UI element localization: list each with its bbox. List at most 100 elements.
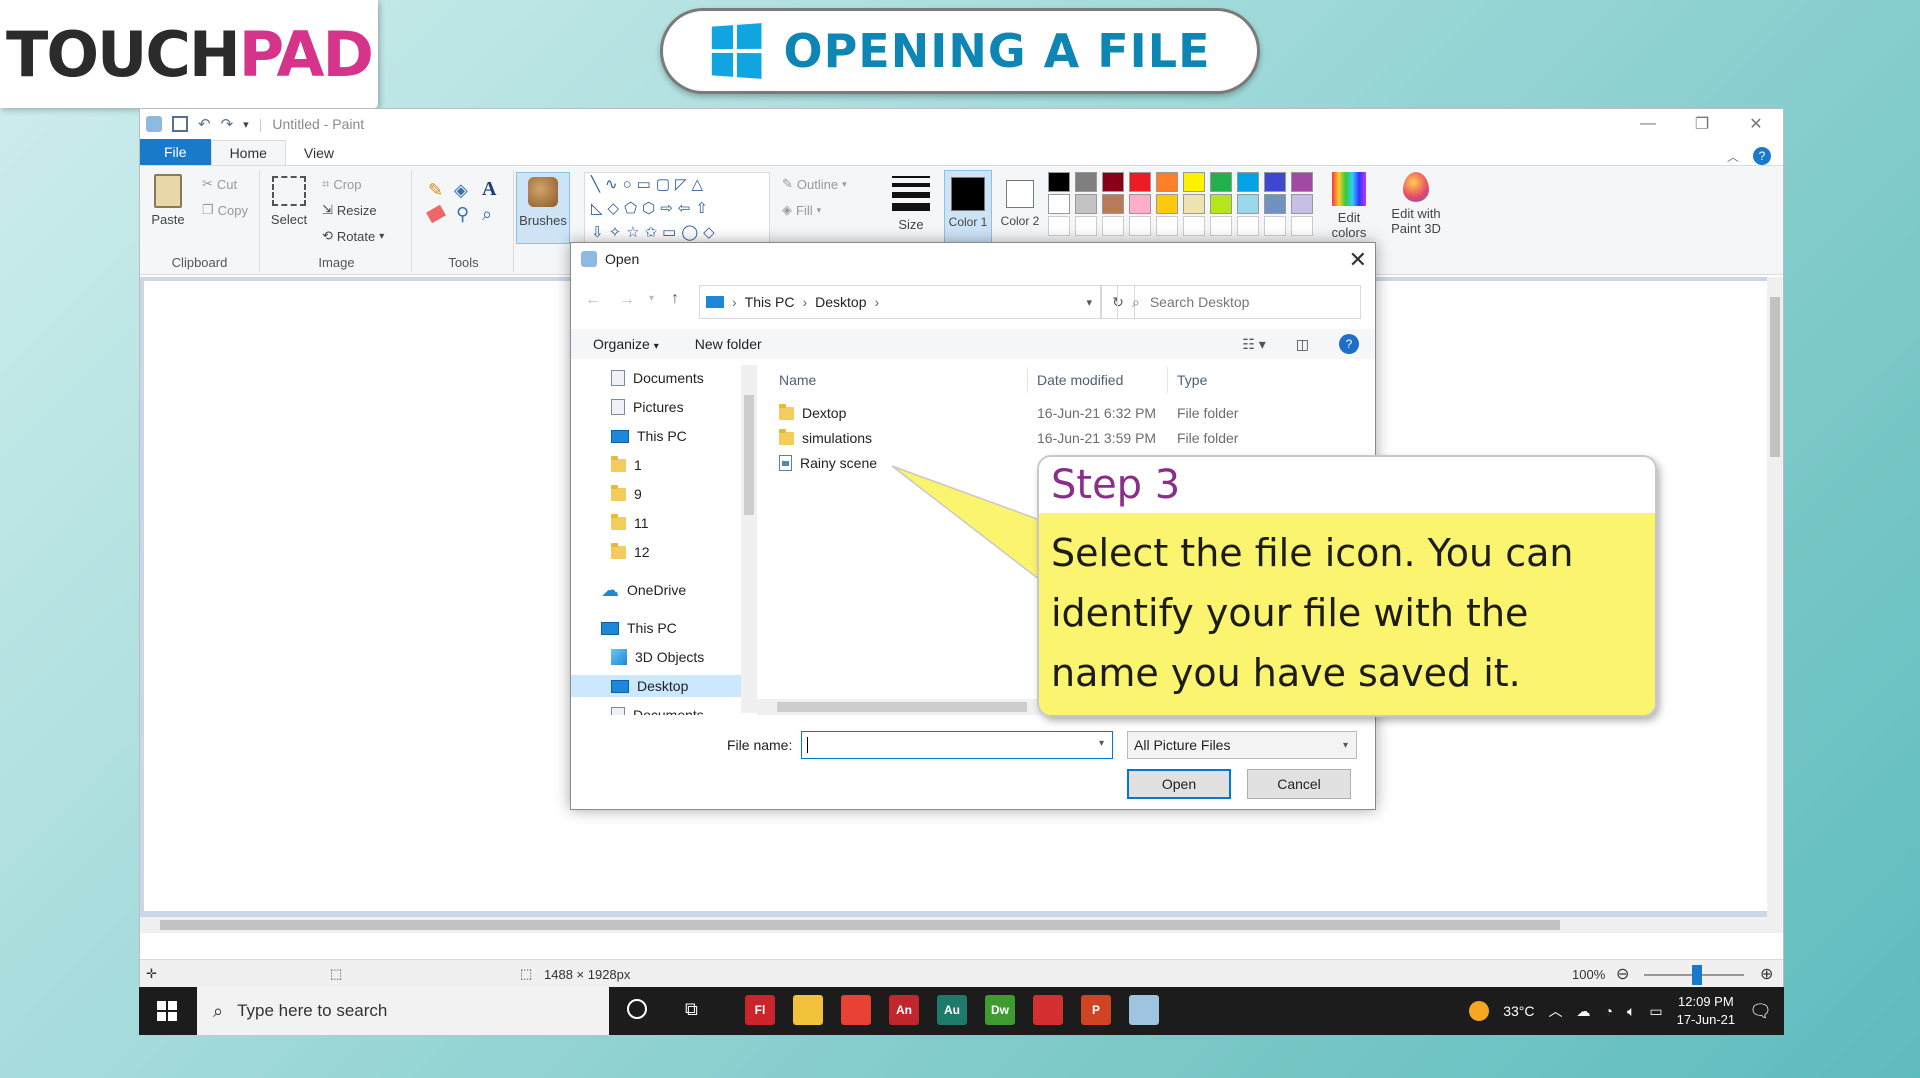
tab-home[interactable]: Home — [210, 140, 286, 165]
paint-icon[interactable] — [1129, 995, 1159, 1025]
preview-pane-icon[interactable]: ◫ — [1296, 336, 1309, 353]
nav-item[interactable]: 3D Objects — [611, 646, 757, 668]
file-type-filter[interactable]: All Picture Files ▾ — [1127, 731, 1357, 759]
palette-swatch[interactable] — [1237, 194, 1259, 214]
text-icon[interactable]: A — [482, 178, 496, 201]
edit-paint3d-button[interactable]: Edit with Paint 3D — [1378, 172, 1454, 236]
palette-swatch[interactable] — [1210, 172, 1232, 192]
cortana-icon[interactable] — [627, 999, 647, 1019]
show-hidden-icons[interactable]: ︿ — [1548, 1001, 1562, 1021]
palette-swatch-empty[interactable] — [1156, 216, 1178, 236]
powerpoint-icon[interactable]: P — [1081, 995, 1111, 1025]
color2-button[interactable]: Color 2 — [996, 170, 1044, 246]
crop-button[interactable]: ⌗ Crop — [322, 176, 362, 192]
palette-swatch[interactable] — [1237, 172, 1259, 192]
chrome-icon[interactable] — [841, 995, 871, 1025]
palette-swatch[interactable] — [1156, 172, 1178, 192]
edit-colors-button[interactable]: Edit colors — [1322, 172, 1376, 242]
cancel-button[interactable]: Cancel — [1247, 769, 1351, 799]
audition-icon[interactable]: Au — [937, 995, 967, 1025]
palette-swatch-empty[interactable] — [1291, 216, 1313, 236]
palette-swatch[interactable] — [1264, 194, 1286, 214]
nav-item[interactable]: 1 — [611, 454, 757, 476]
weather-icon[interactable] — [1469, 1001, 1490, 1021]
palette-swatch[interactable] — [1048, 194, 1070, 214]
save-icon[interactable] — [172, 116, 188, 132]
start-button[interactable] — [157, 1001, 177, 1021]
palette-swatch[interactable] — [1264, 172, 1286, 192]
nav-item[interactable]: Documents📌︎ — [611, 367, 757, 389]
zoom-in-icon[interactable]: ⊕ — [1760, 964, 1773, 984]
color-picker-icon[interactable]: ⚲ — [456, 204, 469, 225]
rotate-button[interactable]: ⟲ Rotate ▾ — [322, 228, 384, 244]
palette-swatch-empty[interactable] — [1237, 216, 1259, 236]
volume-icon[interactable]: 🔈︎ — [1627, 1003, 1635, 1020]
palette-swatch-empty[interactable] — [1210, 216, 1232, 236]
zoom-out-icon[interactable]: ⊖ — [1616, 964, 1629, 984]
view-options-icon[interactable]: ☷ ▾ — [1242, 336, 1265, 353]
file-name-dropdown-icon[interactable]: ▾ — [1099, 738, 1104, 749]
dialog-close-icon[interactable]: ✕ — [1349, 247, 1367, 273]
tab-view[interactable]: View — [286, 141, 352, 165]
wifi-icon[interactable]: ◔ — [1604, 1003, 1612, 1019]
palette-swatch[interactable] — [1210, 194, 1232, 214]
animate-icon[interactable]: An — [889, 995, 919, 1025]
weather-temp[interactable]: 33°C — [1503, 1003, 1534, 1019]
zoom-slider[interactable] — [1644, 965, 1744, 985]
nav-item[interactable]: ☁ OneDrive — [601, 579, 751, 601]
palette-swatch-empty[interactable] — [1102, 216, 1124, 236]
vertical-scrollbar[interactable] — [1767, 277, 1783, 917]
magnifier-icon[interactable]: ⌕ — [482, 204, 492, 225]
palette-swatch[interactable] — [1183, 194, 1205, 214]
copy-button[interactable]: ❐ Copy — [202, 202, 248, 218]
breadcrumb-this-pc[interactable]: This PC — [745, 294, 795, 310]
palette-swatch[interactable] — [1129, 194, 1151, 214]
taskbar-search[interactable]: ⌕ Type here to search — [197, 987, 609, 1035]
nav-item[interactable]: 9 — [611, 483, 757, 505]
organize-button[interactable]: Organize ▾ — [593, 336, 659, 352]
palette-swatch[interactable] — [1102, 172, 1124, 192]
resize-button[interactable]: ⇲ Resize — [322, 202, 377, 218]
color1-button[interactable]: Color 1 — [944, 170, 992, 246]
palette-swatch[interactable] — [1075, 194, 1097, 214]
palette-swatch-empty[interactable] — [1048, 216, 1070, 236]
up-icon[interactable]: ↑ — [671, 290, 679, 308]
redo-icon[interactable]: ↷ — [221, 115, 234, 133]
open-button[interactable]: Open — [1127, 769, 1231, 799]
palette-swatch[interactable] — [1291, 194, 1313, 214]
nav-item[interactable]: This PC — [601, 617, 751, 639]
cut-button[interactable]: ✂ Cut — [202, 176, 237, 192]
fill-button[interactable]: ◈ Fill ▾ — [782, 202, 821, 218]
palette-swatch[interactable] — [1048, 172, 1070, 192]
paste-button[interactable]: Paste — [148, 174, 188, 227]
size-button[interactable]: Size — [886, 172, 936, 232]
file-row[interactable]: Dextop 16-Jun-21 6:32 PM File folder — [779, 401, 1379, 425]
help-icon[interactable]: ? — [1753, 147, 1771, 165]
nav-item[interactable]: Documents — [611, 704, 757, 715]
file-name-input[interactable]: ▾ — [801, 731, 1113, 759]
nav-item[interactable]: 11 — [611, 512, 757, 534]
restore-icon[interactable]: ❐ — [1675, 109, 1729, 139]
horizontal-scrollbar[interactable] — [140, 917, 1783, 933]
notifications-icon[interactable]: 🗨︎ — [1749, 1001, 1772, 1022]
palette-swatch[interactable] — [1102, 194, 1124, 214]
palette-swatch[interactable] — [1075, 172, 1097, 192]
nav-item[interactable]: Desktop — [571, 675, 741, 697]
acrobat-icon[interactable] — [1033, 995, 1063, 1025]
task-view-icon[interactable]: ⧉ — [685, 999, 698, 1020]
palette-swatch[interactable] — [1291, 172, 1313, 192]
file-row[interactable]: simulations 16-Jun-21 3:59 PM File folder — [779, 426, 1379, 450]
shapes-gallery[interactable]: ╲∿○▭▢◸△ ◺◇⬠⬡⇨⇦⇧ ⇩✧☆✩▭◯◇ — [584, 172, 770, 244]
palette-swatch[interactable] — [1129, 172, 1151, 192]
clock[interactable]: 12:09 PM 17-Jun-21 — [1677, 993, 1736, 1029]
recent-locations-icon[interactable]: ▾ — [649, 293, 654, 304]
column-date-modified[interactable]: Date modified — [1037, 365, 1123, 395]
nav-scrollbar[interactable] — [741, 365, 757, 713]
palette-swatch-empty[interactable] — [1183, 216, 1205, 236]
nav-item[interactable]: This PC📌︎ — [611, 425, 757, 447]
battery-icon[interactable]: ▭ — [1649, 1003, 1662, 1020]
pencil-icon[interactable]: ✎ — [428, 180, 443, 201]
dreamweaver-icon[interactable]: Dw — [985, 995, 1015, 1025]
search-box[interactable]: ⌕ Search Desktop — [1117, 285, 1361, 319]
file-explorer-icon[interactable] — [793, 995, 823, 1025]
